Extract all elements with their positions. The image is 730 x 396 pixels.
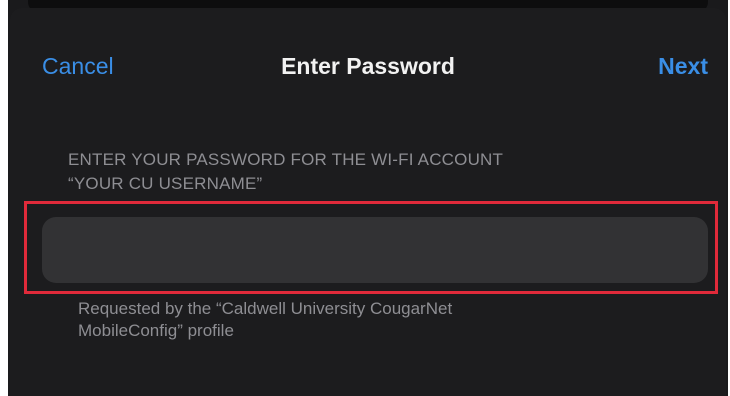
- page-title: Enter Password: [281, 53, 455, 79]
- profile-note-line2: MobileConfig” profile: [78, 321, 234, 340]
- section-header-line1: ENTER YOUR PASSWORD FOR THE WI-FI ACCOUN…: [68, 150, 504, 169]
- cancel-button[interactable]: Cancel: [42, 46, 114, 86]
- section-header: ENTER YOUR PASSWORD FOR THE WI-FI ACCOUN…: [68, 148, 668, 196]
- navigation-bar: Enter Password Cancel Next: [10, 46, 726, 86]
- next-button[interactable]: Next: [658, 46, 708, 86]
- profile-note-line1: Requested by the “Caldwell University Co…: [78, 299, 453, 318]
- password-input[interactable]: [42, 217, 708, 283]
- profile-note: Requested by the “Caldwell University Co…: [78, 298, 678, 342]
- section-header-line2: “YOUR CU USERNAME”: [68, 174, 263, 193]
